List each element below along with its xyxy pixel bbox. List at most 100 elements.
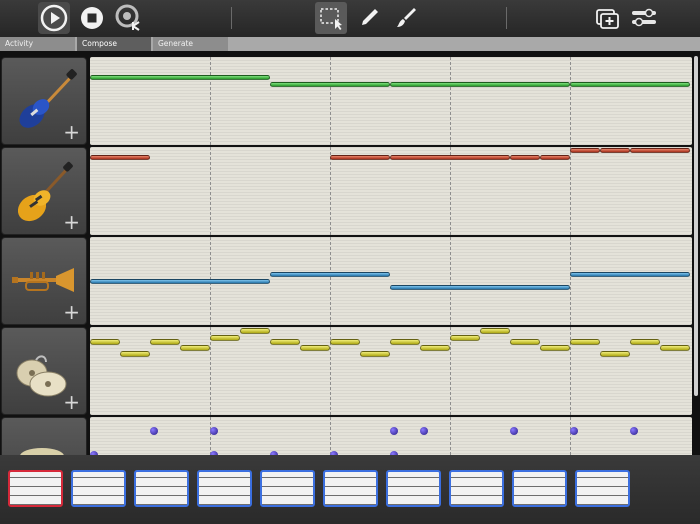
- stop-button[interactable]: [76, 2, 108, 34]
- note[interactable]: [390, 155, 510, 160]
- instrument-cymbals[interactable]: +: [1, 327, 87, 415]
- pencil-icon: [362, 9, 378, 25]
- instrument-bass-guitar[interactable]: +: [1, 57, 87, 145]
- bar-line: [210, 417, 211, 455]
- note[interactable]: [330, 339, 360, 345]
- select-tool-icon: [320, 8, 342, 30]
- bar-line: [450, 57, 451, 145]
- note[interactable]: [150, 427, 158, 435]
- note[interactable]: [510, 427, 518, 435]
- track-lane-guitar[interactable]: [90, 147, 692, 235]
- bar-line: [210, 147, 211, 235]
- add-instrument-icon[interactable]: +: [63, 302, 80, 322]
- note[interactable]: [390, 82, 570, 87]
- note[interactable]: [90, 339, 120, 345]
- bar-line: [570, 237, 571, 325]
- note[interactable]: [270, 339, 300, 345]
- drum-icon: [20, 448, 64, 455]
- note[interactable]: [630, 148, 690, 153]
- pattern-thumbnail[interactable]: [260, 470, 315, 507]
- track-lane-bass[interactable]: [90, 57, 692, 145]
- toolbar: [0, 0, 700, 37]
- note[interactable]: [510, 339, 540, 345]
- settings-sliders-icon: [632, 8, 656, 27]
- pattern-thumbnail[interactable]: [134, 470, 189, 507]
- metronome-button[interactable]: [113, 2, 145, 34]
- bar-line: [570, 57, 571, 145]
- metronome-icon: [115, 4, 140, 31]
- pattern-thumbnail[interactable]: [197, 470, 252, 507]
- bar-line: [570, 417, 571, 455]
- note[interactable]: [510, 155, 540, 160]
- note[interactable]: [300, 345, 330, 351]
- note[interactable]: [600, 351, 630, 357]
- note[interactable]: [570, 148, 600, 153]
- track-lane-drums[interactable]: [90, 417, 692, 455]
- note[interactable]: [150, 339, 180, 345]
- note[interactable]: [90, 279, 270, 284]
- pattern-thumbnail-selected[interactable]: [8, 470, 63, 507]
- add-instrument-icon[interactable]: +: [63, 212, 80, 232]
- add-instrument-icon[interactable]: +: [63, 392, 80, 412]
- bar-line: [570, 147, 571, 235]
- add-pattern-button[interactable]: [592, 2, 624, 34]
- note[interactable]: [570, 339, 600, 345]
- note[interactable]: [390, 339, 420, 345]
- toolbar-separator: [231, 7, 232, 29]
- note[interactable]: [540, 155, 570, 160]
- note[interactable]: [390, 285, 570, 290]
- bar-line: [450, 237, 451, 325]
- instrument-trumpet[interactable]: +: [1, 237, 87, 325]
- note[interactable]: [630, 427, 638, 435]
- pattern-thumbnail[interactable]: [323, 470, 378, 507]
- bar-line: [330, 237, 331, 325]
- pencil-tool-button[interactable]: [353, 2, 385, 34]
- pattern-thumbnail[interactable]: [386, 470, 441, 507]
- tab-activity[interactable]: Activity: [0, 37, 75, 51]
- brush-tool-button[interactable]: [390, 2, 422, 34]
- note[interactable]: [270, 82, 390, 87]
- bar-line: [450, 147, 451, 235]
- note[interactable]: [330, 155, 390, 160]
- note[interactable]: [240, 328, 270, 334]
- note[interactable]: [420, 427, 428, 435]
- note[interactable]: [90, 75, 270, 80]
- play-button[interactable]: [38, 2, 70, 34]
- tab-compose[interactable]: Compose: [77, 37, 151, 51]
- note[interactable]: [420, 345, 450, 351]
- tab-generate[interactable]: Generate: [153, 37, 228, 51]
- note[interactable]: [570, 82, 690, 87]
- note[interactable]: [450, 335, 480, 341]
- pattern-thumbnail[interactable]: [71, 470, 126, 507]
- note[interactable]: [570, 427, 578, 435]
- note[interactable]: [660, 345, 690, 351]
- note[interactable]: [270, 272, 390, 277]
- stop-icon: [81, 7, 103, 29]
- note[interactable]: [480, 328, 510, 334]
- note[interactable]: [360, 351, 390, 357]
- note[interactable]: [540, 345, 570, 351]
- vertical-scrollbar[interactable]: [694, 56, 698, 396]
- note[interactable]: [210, 335, 240, 341]
- track-lane-cymbals[interactable]: [90, 327, 692, 415]
- add-instrument-icon[interactable]: +: [63, 122, 80, 142]
- pattern-thumbnail[interactable]: [575, 470, 630, 507]
- note[interactable]: [600, 148, 630, 153]
- toolbar-separator: [506, 7, 507, 29]
- note[interactable]: [570, 272, 690, 277]
- note[interactable]: [180, 345, 210, 351]
- note[interactable]: [630, 339, 660, 345]
- note[interactable]: [90, 155, 150, 160]
- select-tool-button[interactable]: [315, 2, 347, 34]
- settings-button[interactable]: [628, 2, 660, 34]
- instrument-electric-guitar[interactable]: +: [1, 147, 87, 235]
- track-lane-trumpet[interactable]: [90, 237, 692, 325]
- note[interactable]: [120, 351, 150, 357]
- pattern-thumbnail[interactable]: [512, 470, 567, 507]
- pattern-thumbnail[interactable]: [449, 470, 504, 507]
- note[interactable]: [210, 427, 218, 435]
- tab-bar: Activity Compose Generate: [0, 37, 700, 51]
- add-pattern-icon: [596, 9, 619, 29]
- note[interactable]: [390, 427, 398, 435]
- instrument-drums[interactable]: [1, 417, 87, 455]
